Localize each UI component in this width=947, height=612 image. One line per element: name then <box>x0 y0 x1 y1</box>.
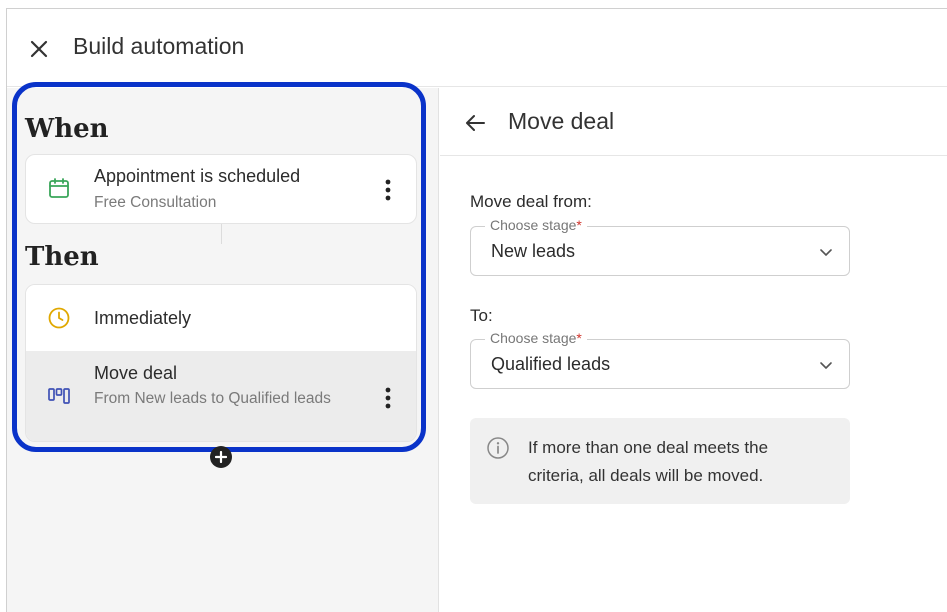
info-icon <box>487 437 509 459</box>
from-stage-legend: Choose stage* <box>485 217 587 233</box>
plus-icon <box>215 451 227 463</box>
to-stage-select[interactable]: Choose stage* Qualified leads <box>470 330 850 389</box>
trigger-subtitle: Free Consultation <box>94 194 217 211</box>
calendar-icon <box>46 175 72 201</box>
flow-connector <box>221 224 222 244</box>
top-bar: Build automation <box>7 9 947 87</box>
when-heading: When <box>25 114 109 144</box>
info-text: If more than one deal meets the criteria… <box>528 438 769 485</box>
action-settings-pane: Move deal Move deal from: Choose stage* … <box>440 88 947 612</box>
step-move-deal[interactable]: Move deal From New leads to Qualified le… <box>26 351 416 441</box>
pipeline-icon <box>46 383 72 409</box>
from-label: Move deal from: <box>470 192 592 211</box>
step-immediately[interactable]: Immediately <box>26 285 416 351</box>
automation-window: Build automation When Appointment is sch… <box>6 8 947 612</box>
to-label: To: <box>470 306 493 325</box>
chevron-down-icon <box>820 362 832 369</box>
then-heading: Then <box>25 242 99 272</box>
from-stage-select[interactable]: Choose stage* New leads <box>470 217 850 276</box>
to-stage-legend: Choose stage* <box>485 330 587 346</box>
step-immediately-label: Immediately <box>94 308 192 328</box>
kebab-icon <box>385 179 391 201</box>
step-move-deal-subtitle: From New leads to Qualified leads <box>94 390 331 407</box>
step-menu-button[interactable] <box>378 383 398 413</box>
trigger-menu-button[interactable] <box>378 175 398 205</box>
kebab-icon <box>385 387 391 409</box>
automation-flow-pane: When Appointment is scheduled Free Consu… <box>7 82 439 612</box>
clock-icon <box>46 305 72 331</box>
page-title: Build automation <box>73 33 245 59</box>
arrow-left-icon <box>466 115 485 131</box>
panel-header: Move deal <box>440 88 947 156</box>
info-callout: If more than one deal meets the criteria… <box>470 418 850 504</box>
trigger-card[interactable]: Appointment is scheduled Free Consultati… <box>25 154 417 224</box>
trigger-title: Appointment is scheduled <box>94 166 301 186</box>
panel-title: Move deal <box>508 108 615 134</box>
to-stage-value: Qualified leads <box>491 354 611 374</box>
from-stage-value: New leads <box>491 241 576 261</box>
chevron-down-icon <box>820 249 832 256</box>
actions-card: Immediately Move deal From New leads to … <box>25 284 417 442</box>
add-step-button[interactable] <box>210 446 232 468</box>
back-button[interactable] <box>462 110 488 136</box>
close-icon <box>30 40 48 58</box>
close-button[interactable] <box>25 35 53 63</box>
step-move-deal-title: Move deal <box>94 363 178 383</box>
